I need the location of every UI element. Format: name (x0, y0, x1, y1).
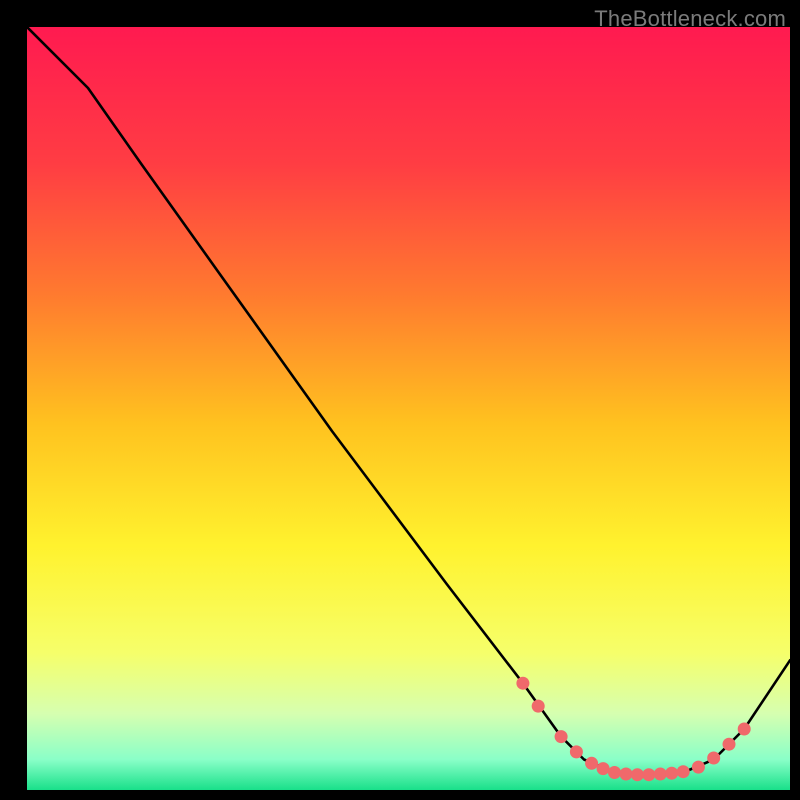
plot-area (27, 27, 790, 790)
marker-dot (608, 766, 621, 779)
marker-dot (631, 768, 644, 781)
marker-dot (692, 761, 705, 774)
marker-dot (570, 745, 583, 758)
watermark-label: TheBottleneck.com (594, 6, 786, 32)
marker-dot (620, 768, 633, 781)
marker-dot (597, 762, 610, 775)
marker-dot (585, 757, 598, 770)
marker-dot (723, 738, 736, 751)
marker-dot (555, 730, 568, 743)
gradient-background (27, 27, 790, 790)
marker-dot (532, 700, 545, 713)
marker-dot (654, 768, 667, 781)
marker-dot (738, 723, 751, 736)
marker-dot (665, 767, 678, 780)
marker-dot (642, 768, 655, 781)
chart-svg (27, 27, 790, 790)
marker-dot (677, 765, 690, 778)
chart-frame: TheBottleneck.com (0, 0, 800, 800)
marker-dot (516, 677, 529, 690)
marker-dot (707, 752, 720, 765)
